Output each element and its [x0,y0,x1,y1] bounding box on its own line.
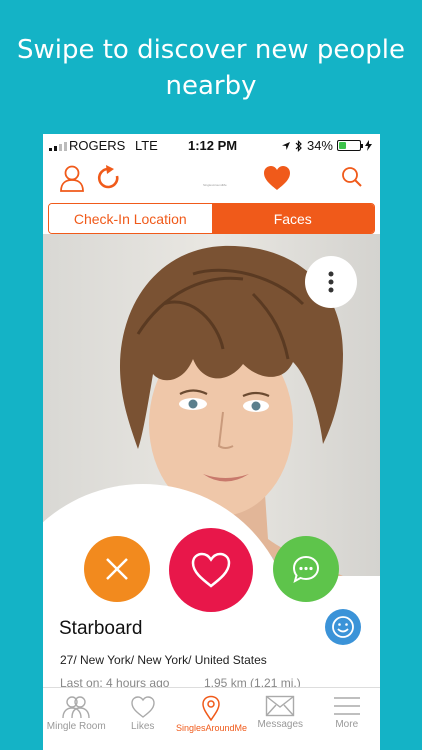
wink-button[interactable] [325,609,361,645]
profile-card[interactable] [43,234,380,576]
like-button[interactable] [169,528,253,612]
location-pin-icon [202,695,221,721]
smiley-icon [332,616,354,638]
tab-label: Likes [131,721,155,732]
tab-singles-around-me[interactable]: SinglesAroundMe [176,688,247,750]
view-toggle: Check-In Location Faces [48,203,375,234]
tab-label: Messages [257,719,304,730]
promo-line-1: Swipe to discover new people [16,35,406,65]
tab-more[interactable]: More [314,688,380,750]
location-arrow-icon [281,141,290,150]
heart-outline-icon [191,552,231,588]
clock: 1:12 PM [188,138,238,153]
menu-icon [333,697,360,715]
signal-icon [49,142,67,151]
promo-caption: Swipe to discover new people nearby [0,32,422,104]
people-icon [62,696,90,719]
status-bar: ROGERS LTE 1:12 PM 34% [43,134,380,156]
promo-line-2: nearby [165,71,257,101]
battery-percent: 34% [306,138,333,153]
close-icon [106,558,128,580]
tab-faces[interactable]: Faces [211,204,374,233]
tab-check-in-location[interactable]: Check-In Location [49,204,212,233]
reject-button[interactable] [84,536,150,602]
more-vertical-icon [328,271,334,293]
battery-icon [337,140,363,151]
carrier-name: ROGERS [69,138,126,153]
profile-icon[interactable] [59,164,85,192]
tab-label: More [335,719,359,730]
search-icon[interactable] [341,166,363,188]
heart-icon[interactable] [263,165,291,191]
profile-name: Starboard [59,618,143,639]
profile-details: 27/ New York/ New York/ United States [60,653,267,667]
heart-outline-icon [131,696,155,718]
chat-bubble-icon [292,555,320,584]
card-options-button[interactable] [305,256,357,308]
tab-likes[interactable]: Likes [109,688,175,750]
phone-screen: ROGERS LTE 1:12 PM 34% SinglesAroundMe C… [43,134,380,750]
tab-label: Mingle Room [46,721,106,732]
network-type: LTE [134,138,158,153]
tab-label: SinglesAroundMe [175,723,248,733]
tab-mingle-room[interactable]: Mingle Room [43,688,109,750]
refresh-icon[interactable] [95,164,123,192]
charging-icon [365,140,372,151]
envelope-icon [266,695,295,717]
app-logo: SinglesAroundMe [203,183,227,187]
top-nav: SinglesAroundMe [43,160,380,200]
message-button[interactable] [273,536,339,602]
bottom-tab-bar: Mingle Room Likes SinglesAroundMe Messag… [43,687,380,750]
bluetooth-icon [295,139,302,152]
tab-messages[interactable]: Messages [247,688,313,750]
